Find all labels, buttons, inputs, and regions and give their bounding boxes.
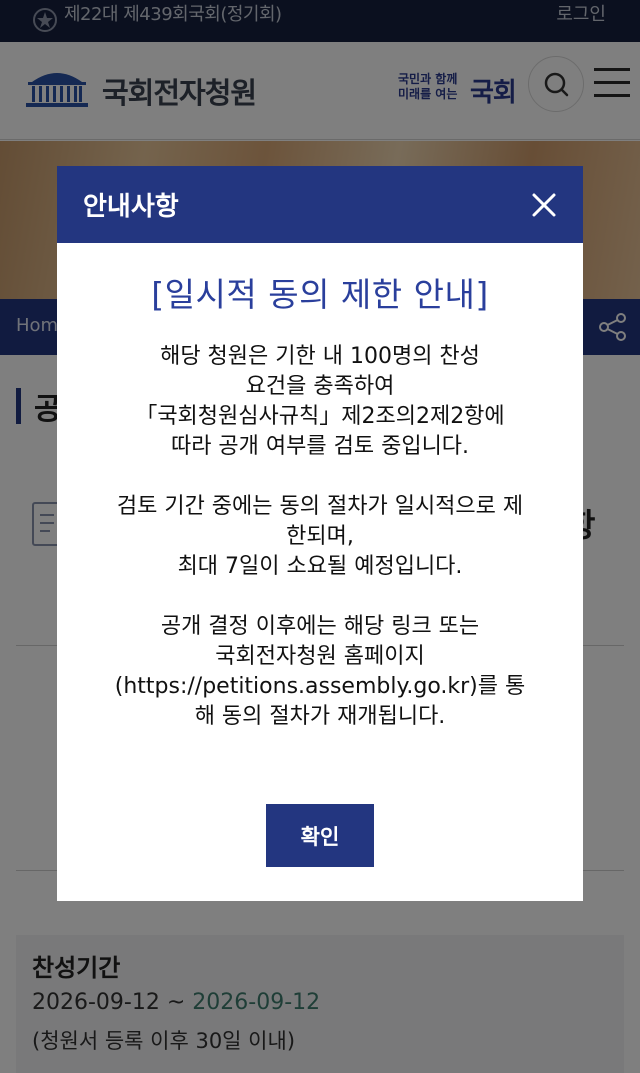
para1-line: 요건을 충족하여 [245,374,395,399]
para2-line: 한되며, [286,524,354,549]
para2-line: 검토 기간 중에는 동의 절차가 일시적으로 제 [116,494,524,519]
para2-line: 최대 7일이 소요될 예정입니다. [177,554,463,579]
modal-body: 해당 청원은 기한 내 100명의 찬성 요건을 충족하여 「국회청원심사규칙」… [81,342,559,732]
modal-subtitle: [일시적 동의 제한 안내] [151,275,489,314]
para1-line: 해당 청원은 기한 내 100명의 찬성 [160,344,480,369]
para1-line: 「국회청원심사규칙」제2조의2제2항에 [135,404,505,429]
para1-line: 따라 공개 여부를 검토 중입니다. [170,434,470,459]
para3-line: (https://petitions.assembly.go.kr)를 통 [114,674,526,699]
modal-header: 안내사항 [57,166,583,243]
modal-title: 안내사항 [83,192,179,222]
para3-line: 해 동의 절차가 재개됩니다. [194,704,446,729]
confirm-button[interactable]: 확인 [266,804,374,867]
para3-line: 국회전자청원 홈페이지 [215,644,425,669]
notice-modal: 안내사항 [일시적 동의 제한 안내] 해당 청원은 기한 내 100명의 찬성… [57,166,583,901]
para3-line: 공개 결정 이후에는 해당 링크 또는 [160,614,480,639]
close-icon[interactable] [529,190,559,220]
